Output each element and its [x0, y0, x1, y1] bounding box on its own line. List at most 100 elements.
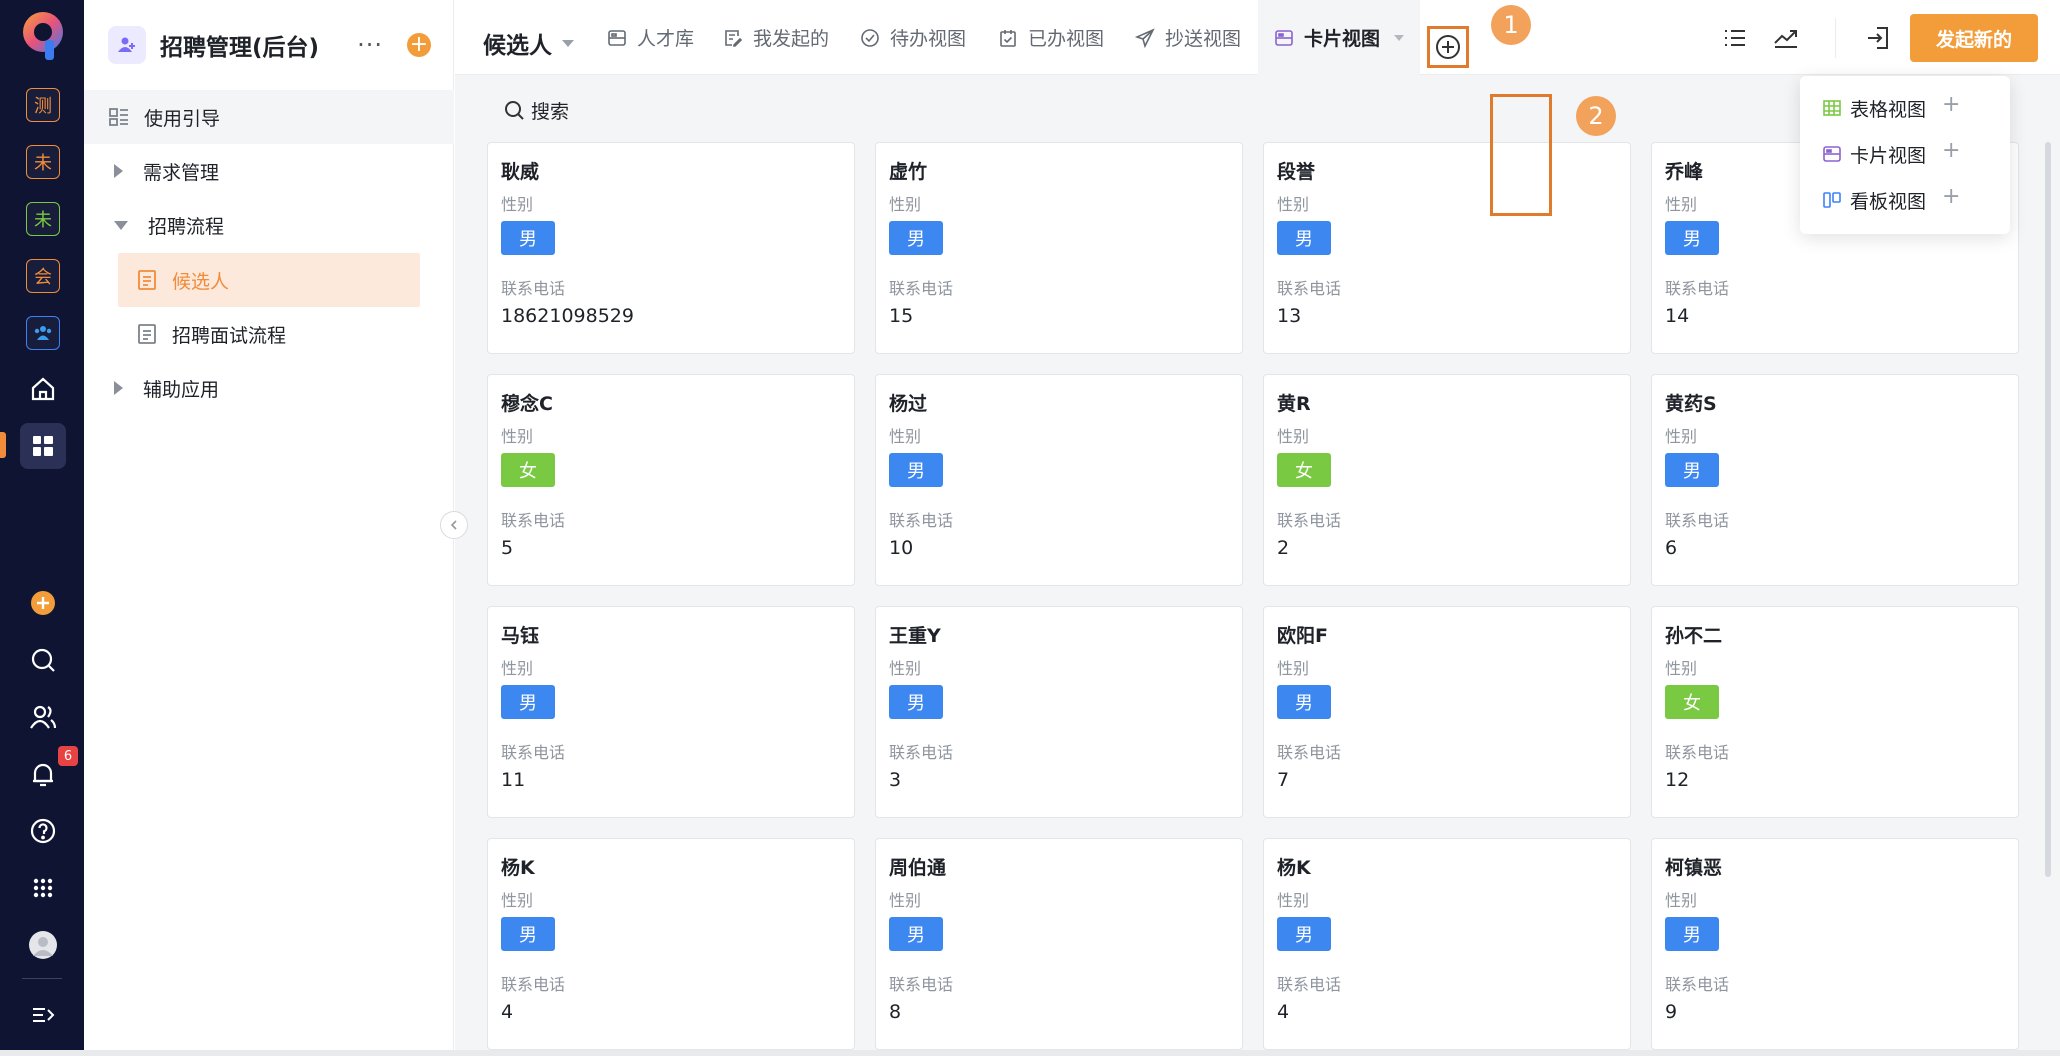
- tab-cc[interactable]: 抄送视图: [1135, 0, 1241, 75]
- add-kanban-view-button[interactable]: +: [1942, 184, 1960, 209]
- tab-my-initiated[interactable]: 我发起的: [723, 0, 829, 75]
- candidate-name: 欧阳F: [1277, 625, 1328, 647]
- candidate-card[interactable]: 欧阳F 性别男联系电话 7: [1263, 606, 1631, 818]
- gender-tag: 男: [1277, 917, 1331, 951]
- home-icon[interactable]: [22, 368, 64, 410]
- gender-tag: 男: [1277, 221, 1331, 255]
- workspace-grid-icon[interactable]: [22, 425, 64, 467]
- tab-done[interactable]: 已办视图: [998, 0, 1104, 75]
- caret-right-icon: [114, 381, 123, 395]
- candidate-card[interactable]: 柯镇恶 性别男联系电话 9: [1651, 838, 2019, 1050]
- add-circle-icon: [1436, 35, 1460, 59]
- phone-value: 6: [1665, 537, 1678, 559]
- expand-menu-icon[interactable]: [22, 994, 64, 1036]
- sidebar-item-candidates[interactable]: 候选人: [118, 253, 420, 307]
- search-button[interactable]: 搜索: [503, 96, 569, 124]
- gender-tag: 女: [501, 453, 555, 487]
- rail-app-4[interactable]: 会: [26, 259, 60, 293]
- candidate-card[interactable]: 耿威 性别男联系电话 18621098529: [487, 142, 855, 354]
- candidate-card[interactable]: 穆念C 性别女联系电话 5: [487, 374, 855, 586]
- contacts-icon[interactable]: [22, 696, 64, 738]
- gender-tag: 男: [501, 221, 555, 255]
- search-icon[interactable]: [22, 639, 64, 681]
- rail-app-2[interactable]: 未: [26, 145, 60, 179]
- sidebar-item-process[interactable]: 招聘流程: [84, 198, 454, 252]
- add-item-button[interactable]: +: [407, 33, 431, 57]
- more-options-button[interactable]: ···: [357, 31, 383, 59]
- apps-grid-icon[interactable]: [22, 867, 64, 909]
- phone-label: 联系电话: [889, 975, 954, 994]
- gender-label: 性别: [501, 427, 534, 446]
- step-badge-2: 2: [1576, 96, 1616, 136]
- window-bottom-edge: [0, 1050, 2060, 1056]
- tab-card-view[interactable]: 卡片视图: [1258, 0, 1421, 75]
- gender-tag: 男: [1665, 917, 1719, 951]
- phone-label: 联系电话: [1665, 511, 1730, 530]
- step-badge-1: 1: [1491, 5, 1531, 45]
- rail-separator: [22, 978, 62, 979]
- view-selector[interactable]: 候选人: [483, 26, 574, 60]
- candidate-card[interactable]: 杨过 性别男联系电话 10: [875, 374, 1243, 586]
- phone-value: 3: [889, 769, 902, 791]
- gender-tag: 男: [889, 221, 943, 255]
- avatar[interactable]: [22, 924, 64, 966]
- candidate-card[interactable]: 杨K 性别男联系电话 4: [1263, 838, 1631, 1050]
- list-icon[interactable]: [1719, 22, 1751, 54]
- rail-app-1[interactable]: 测: [26, 88, 60, 122]
- gender-label: 性别: [889, 195, 922, 214]
- sidebar-item-auxiliary[interactable]: 辅助应用: [84, 361, 454, 415]
- add-view-button[interactable]: [1427, 26, 1469, 68]
- caret-right-icon: [114, 164, 123, 178]
- help-icon[interactable]: [22, 810, 64, 852]
- candidate-name: 穆念C: [501, 393, 553, 415]
- rail-app-3[interactable]: 未: [26, 202, 60, 236]
- toolbar-divider: [1835, 18, 1836, 58]
- kanban-icon: [1823, 192, 1841, 208]
- add-table-view-button[interactable]: +: [1942, 92, 1960, 117]
- gender-tag: 女: [1277, 453, 1331, 487]
- candidate-card[interactable]: 黄R 性别女联系电话 2: [1263, 374, 1631, 586]
- exit-icon[interactable]: [1862, 22, 1894, 54]
- page-title: 候选人: [483, 33, 552, 59]
- candidate-card[interactable]: 段誉 性别男联系电话 13: [1263, 142, 1631, 354]
- sidebar-item-interview-flow[interactable]: 招聘面试流程: [118, 307, 420, 361]
- menu-item-kanban-view[interactable]: 看板视图: [1822, 180, 1992, 220]
- collapse-sidebar-button[interactable]: [440, 511, 468, 539]
- trend-icon[interactable]: [1770, 22, 1802, 54]
- gender-label: 性别: [1277, 891, 1310, 910]
- candidate-card[interactable]: 黄药S 性别男联系电话 6: [1651, 374, 2019, 586]
- brand-logo[interactable]: [19, 6, 67, 64]
- scrollbar[interactable]: [2045, 142, 2051, 877]
- candidate-name: 王重Y: [889, 625, 941, 647]
- candidate-card[interactable]: 周伯通 性别男联系电话 8: [875, 838, 1243, 1050]
- add-circle-icon[interactable]: [22, 582, 64, 624]
- menu-item-card-view[interactable]: 卡片视图: [1822, 134, 1992, 174]
- tab-talent-pool[interactable]: 人才库: [607, 0, 694, 75]
- candidate-name: 马钰: [501, 625, 540, 647]
- candidate-card[interactable]: 王重Y 性别男联系电话 3: [875, 606, 1243, 818]
- candidate-card[interactable]: 马钰 性别男联系电话 11: [487, 606, 855, 818]
- sidebar-item-label: 使用引导: [144, 107, 221, 130]
- phone-label: 联系电话: [501, 975, 566, 994]
- candidate-card[interactable]: 孙不二 性别女联系电话 12: [1651, 606, 2019, 818]
- menu-item-table-view[interactable]: 表格视图: [1822, 88, 1992, 128]
- create-new-button[interactable]: 发起新的: [1910, 14, 2038, 62]
- phone-value: 15: [889, 305, 914, 327]
- phone-label: 联系电话: [889, 279, 954, 298]
- team-app-icon[interactable]: [26, 316, 60, 350]
- sidebar-item-requirements[interactable]: 需求管理: [84, 144, 454, 198]
- gender-label: 性别: [1277, 195, 1310, 214]
- gender-label: 性别: [501, 195, 534, 214]
- add-card-view-button[interactable]: +: [1942, 138, 1960, 163]
- menu-item-label: 表格视图: [1850, 98, 1927, 121]
- candidate-card[interactable]: 虚竹 性别男联系电话 15: [875, 142, 1243, 354]
- phone-value: 8: [889, 1001, 902, 1023]
- phone-value: 5: [501, 537, 514, 559]
- candidate-card[interactable]: 杨K 性别男联系电话 4: [487, 838, 855, 1050]
- sidebar-item-guide[interactable]: 使用引导: [84, 90, 454, 144]
- rail-app-4-label: 会: [34, 267, 52, 288]
- phone-label: 联系电话: [1665, 279, 1730, 298]
- gender-tag: 男: [1665, 453, 1719, 487]
- tab-todo[interactable]: 待办视图: [860, 0, 966, 75]
- tab-label: 待办视图: [890, 28, 967, 50]
